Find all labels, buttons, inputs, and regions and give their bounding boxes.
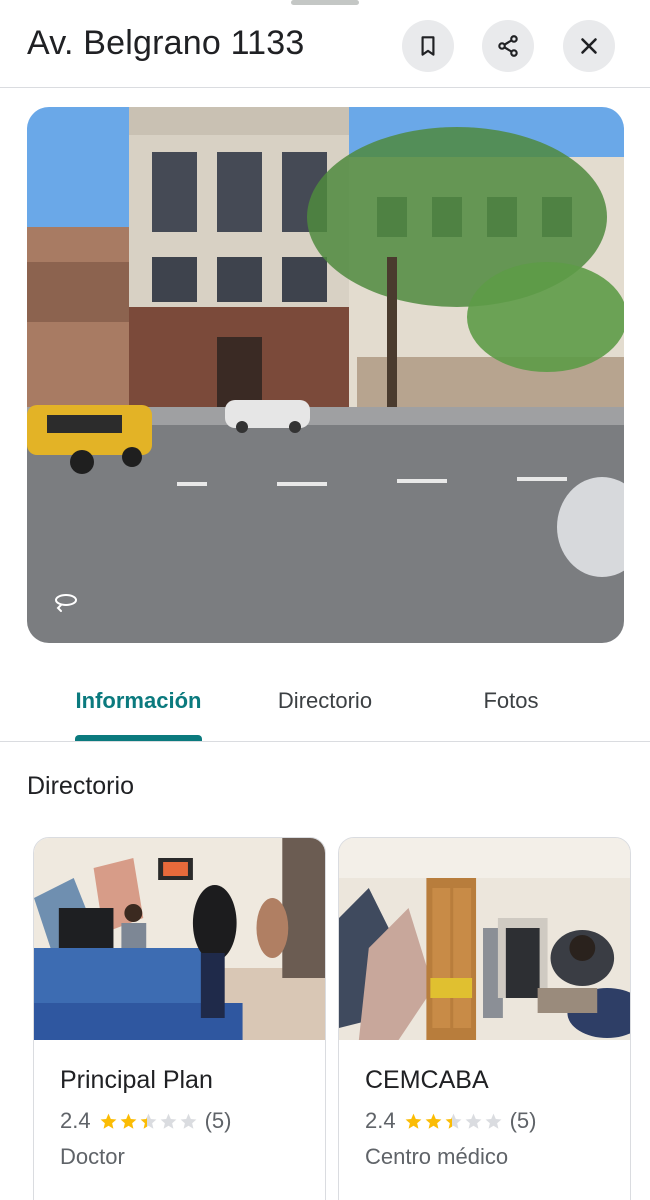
rating-row: 2.4 (5): [60, 1108, 231, 1134]
rating-value: 2.4: [60, 1108, 91, 1133]
star-icon: [445, 1113, 462, 1129]
tab-label: Directorio: [277, 688, 373, 713]
close-button[interactable]: [563, 20, 615, 72]
directory-card-cemcaba[interactable]: CEMCABA 2.4 (5) Centro médico: [338, 837, 631, 1200]
bookmark-icon: [421, 36, 435, 56]
star-icon: [180, 1113, 197, 1129]
share-button[interactable]: [482, 20, 534, 72]
directory-card-photo: [339, 838, 630, 1040]
star-rating: [404, 1112, 504, 1131]
tab-fotos[interactable]: Fotos: [450, 660, 572, 742]
place-sheet: Av. Belgrano 1133 Información Directorio…: [0, 0, 650, 1200]
star-icon: [465, 1113, 482, 1129]
tab-label: Fotos: [483, 688, 539, 713]
star-icon: [120, 1113, 137, 1129]
share-icon: [498, 35, 518, 57]
place-title: Av. Belgrano 1133: [27, 24, 305, 62]
rating-row: 2.4 (5): [365, 1108, 536, 1134]
tab-informacion[interactable]: Información: [55, 660, 222, 742]
place-category: Doctor: [60, 1144, 125, 1169]
save-button[interactable]: [402, 20, 454, 72]
close-icon: [581, 38, 597, 54]
rotate-360-icon[interactable]: [53, 591, 79, 613]
place-name: CEMCABA: [365, 1066, 489, 1094]
place-category: Centro médico: [365, 1144, 509, 1169]
star-rating: [99, 1112, 199, 1131]
tab-label: Información: [75, 688, 202, 713]
street-view-image: [27, 107, 624, 643]
street-view-photo[interactable]: [27, 107, 624, 643]
star-icon: [100, 1113, 117, 1129]
place-name: Principal Plan: [60, 1066, 213, 1094]
place-header: Av. Belgrano 1133: [0, 0, 650, 88]
review-count: (5): [509, 1108, 537, 1133]
rating-value: 2.4: [365, 1108, 396, 1133]
star-icon: [425, 1113, 442, 1129]
star-icon: [140, 1113, 157, 1129]
star-icon: [485, 1113, 502, 1129]
directory-section-title: Directorio: [27, 772, 134, 800]
tab-bar: Información Directorio Fotos: [0, 660, 650, 742]
tab-directorio[interactable]: Directorio: [245, 660, 405, 742]
review-count: (5): [204, 1108, 232, 1133]
star-icon: [405, 1113, 422, 1129]
star-icon: [160, 1113, 177, 1129]
directory-card-principal-plan[interactable]: Principal Plan 2.4 (5) Doctor: [33, 837, 326, 1200]
directory-card-photo: [34, 838, 325, 1040]
active-tab-indicator: [75, 735, 202, 741]
